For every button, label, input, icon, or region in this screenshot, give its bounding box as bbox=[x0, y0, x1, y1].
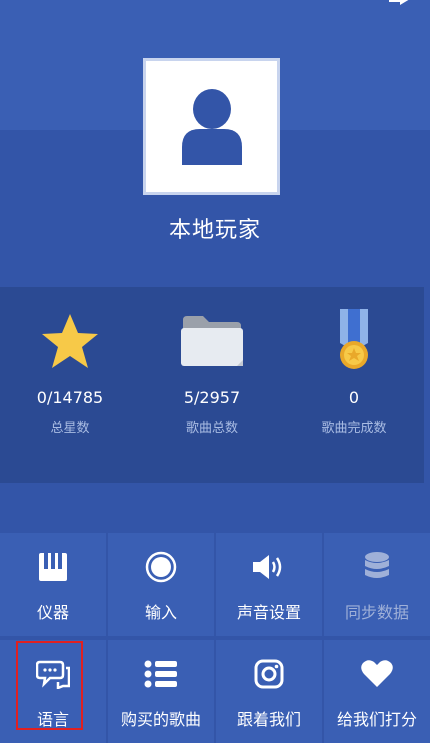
speaker-icon bbox=[216, 550, 322, 584]
menu-input[interactable]: 输入 bbox=[108, 533, 214, 636]
menu-label: 给我们打分 bbox=[336, 710, 417, 729]
folder-icon bbox=[142, 309, 282, 373]
stat-value: 0/14785 bbox=[36, 388, 104, 407]
star-icon bbox=[0, 309, 140, 373]
heart-icon bbox=[324, 657, 430, 691]
stat-value: 0 bbox=[348, 388, 360, 407]
menu-label: 同步数据 bbox=[344, 603, 409, 622]
menu-label: 跟着我们 bbox=[236, 710, 301, 729]
menu-purchased-songs[interactable]: 购买的歌曲 bbox=[108, 640, 214, 743]
record-icon bbox=[108, 550, 214, 584]
stat-label: 歌曲总数 bbox=[185, 421, 238, 436]
list-icon bbox=[108, 657, 214, 691]
menu-sound-settings[interactable]: 声音设置 bbox=[216, 533, 322, 636]
stat-stars: 0/14785 总星数 bbox=[0, 287, 140, 483]
export-icon[interactable] bbox=[386, 0, 412, 10]
stat-songs: 5/2957 歌曲总数 bbox=[142, 287, 282, 483]
menu-label: 语言 bbox=[36, 710, 69, 729]
menu-label: 输入 bbox=[144, 603, 177, 622]
menu-sync-data[interactable]: 同步数据 bbox=[324, 533, 430, 636]
chat-bubble-icon bbox=[0, 657, 106, 691]
menu-instrument[interactable]: 仪器 bbox=[0, 533, 106, 636]
stat-value: 5/2957 bbox=[183, 388, 241, 407]
database-icon bbox=[324, 550, 430, 584]
menu-language[interactable]: 语言 bbox=[0, 640, 106, 743]
stat-label: 总星数 bbox=[50, 421, 90, 436]
instagram-icon bbox=[216, 657, 322, 691]
piano-icon bbox=[0, 550, 106, 584]
medal-icon bbox=[284, 309, 424, 373]
stat-completed: 0 歌曲完成数 bbox=[284, 287, 424, 483]
menu-follow-us[interactable]: 跟着我们 bbox=[216, 640, 322, 743]
menu-grid: 仪器 输入 声音设置 同步数据 语言 购买的歌曲 跟着我们 给我们打分 bbox=[0, 533, 430, 743]
player-name: 本地玩家 bbox=[168, 218, 261, 243]
user-icon bbox=[181, 88, 242, 165]
avatar[interactable] bbox=[143, 58, 280, 195]
menu-label: 声音设置 bbox=[236, 603, 301, 622]
stats-panel: 0/14785 总星数 5/2957 歌曲总数 0 歌曲完成数 bbox=[0, 287, 424, 483]
stat-label: 歌曲完成数 bbox=[321, 421, 387, 436]
menu-label: 仪器 bbox=[36, 603, 69, 622]
menu-label: 购买的歌曲 bbox=[120, 710, 201, 729]
menu-rate-us[interactable]: 给我们打分 bbox=[324, 640, 430, 743]
